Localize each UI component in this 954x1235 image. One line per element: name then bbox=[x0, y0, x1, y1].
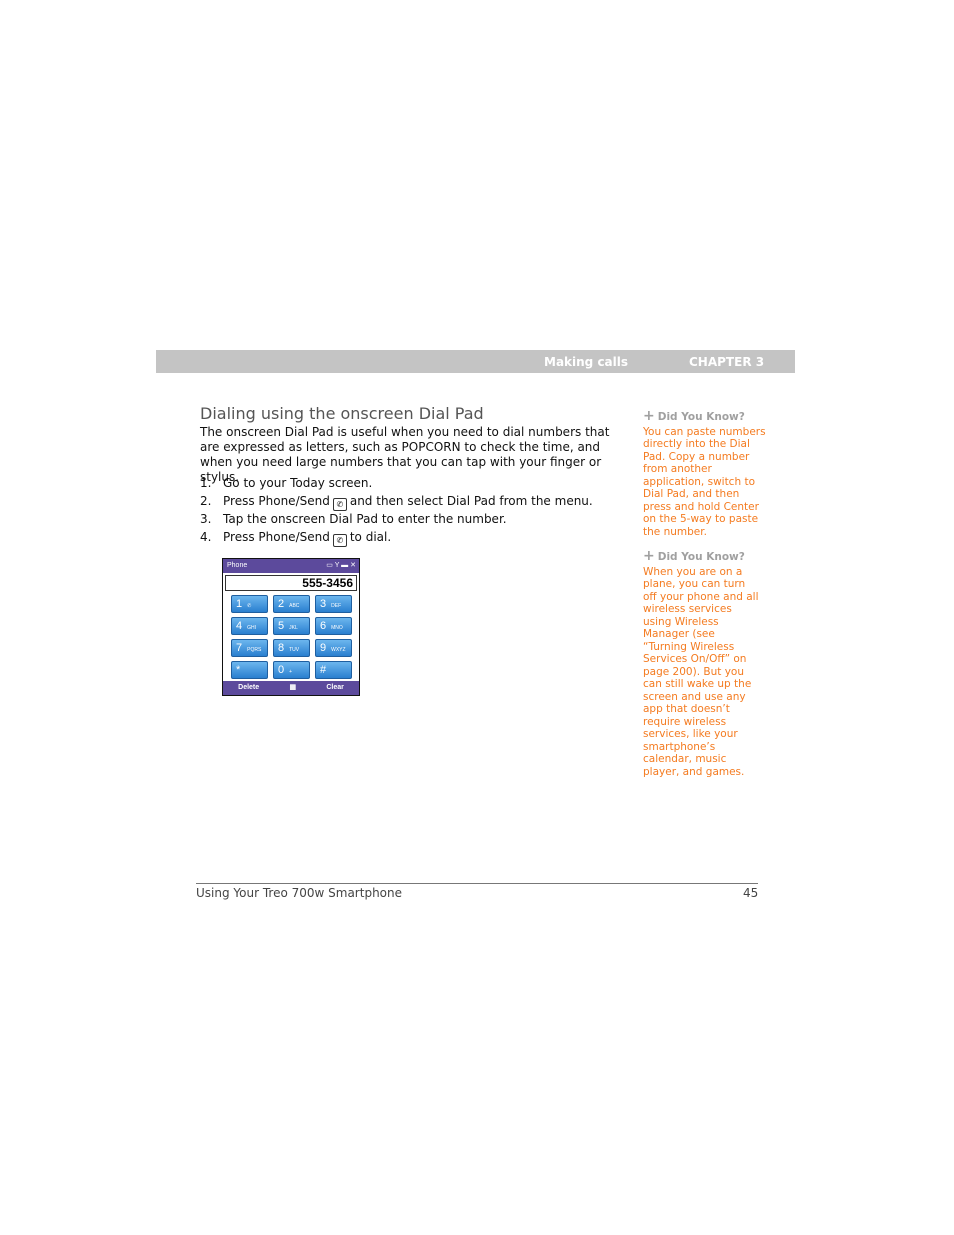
page-number: 45 bbox=[743, 886, 759, 900]
dialed-number: 555-3456 bbox=[225, 575, 357, 591]
section-heading: Dialing using the onscreen Dial Pad bbox=[200, 404, 484, 423]
key-digit: 9 bbox=[320, 642, 327, 654]
plus-icon: + bbox=[643, 408, 655, 424]
key-#: # bbox=[315, 661, 352, 679]
clear-softkey: Clear bbox=[326, 684, 344, 691]
key-digit: 8 bbox=[278, 642, 285, 654]
plus-icon: + bbox=[643, 548, 655, 564]
key-digit: 2 bbox=[278, 598, 285, 610]
key-letters: WXYZ bbox=[331, 647, 346, 653]
key-*: * bbox=[231, 661, 268, 679]
key-5: 5 JKL bbox=[273, 617, 310, 635]
key-letters: GHI bbox=[247, 625, 257, 631]
step-item: 2. Press Phone/Send ✆ and then select Dial … bbox=[200, 494, 593, 512]
key-digit: * bbox=[236, 664, 241, 676]
section-title: Making calls bbox=[544, 355, 629, 369]
keyboard-icon: ▦ bbox=[289, 684, 297, 691]
tip-heading: Did You Know? bbox=[657, 411, 745, 423]
step-text-cont: and then select Dial Pad from the menu. bbox=[349, 494, 593, 508]
key-letters: ABC bbox=[289, 603, 300, 609]
key-letters: PQRS bbox=[247, 647, 262, 653]
footer-divider bbox=[196, 883, 758, 884]
phone-title: Phone bbox=[227, 562, 248, 569]
key-6: 6 MNO bbox=[315, 617, 352, 635]
tip-1: + Did You Know? You can paste numbers dir… bbox=[643, 408, 768, 538]
step-text: Go to your Today screen. bbox=[223, 476, 373, 490]
step-text: Tap the onscreen Dial Pad to enter the n… bbox=[223, 512, 507, 526]
key-digit: # bbox=[320, 664, 327, 676]
status-icons: ▭ Y ▬ ✕ bbox=[326, 562, 356, 569]
key-digit: 3 bbox=[320, 598, 327, 610]
delete-softkey: Delete bbox=[238, 684, 260, 691]
tip-text: When you are on a plane, you can turn of… bbox=[643, 565, 759, 778]
key-digit: 6 bbox=[320, 620, 327, 632]
keypad: 1 ✆ 2 ABC 3 DEF 4 GHI 5 JKL 6 MNO 7 PQRS 8 TUV 9 WXYZ * 0 + # bbox=[231, 595, 359, 679]
key-3: 3 DEF bbox=[315, 595, 352, 613]
key-2: 2 ABC bbox=[273, 595, 310, 613]
key-letters: JKL bbox=[289, 625, 298, 631]
phone-send-icon: ✆ bbox=[332, 534, 347, 547]
key-0: 0 + bbox=[273, 661, 310, 679]
key-4: 4 GHI bbox=[231, 617, 268, 635]
key-letters: + bbox=[289, 669, 293, 675]
step-number: 4. bbox=[200, 530, 212, 544]
step-item: 3. Tap the onscreen Dial Pad to enter the… bbox=[200, 512, 593, 530]
step-item: 4. Press Phone/Send ✆ to dial. bbox=[200, 530, 593, 548]
step-number: 1. bbox=[200, 476, 212, 490]
tip-2: + Did You Know? When you are on a plane, … bbox=[643, 548, 768, 778]
key-8: 8 TUV bbox=[273, 639, 310, 657]
step-text: Press Phone/Send bbox=[223, 494, 330, 508]
key-letters: TUV bbox=[289, 647, 300, 653]
key-9: 9 WXYZ bbox=[315, 639, 352, 657]
page: Making calls CHAPTER 3 Dialing using the… bbox=[0, 0, 954, 1235]
step-item: 1. Go to your Today screen. bbox=[200, 476, 593, 494]
step-number: 3. bbox=[200, 512, 212, 526]
key-digit: 0 bbox=[278, 664, 285, 676]
key-digit: 4 bbox=[236, 620, 243, 632]
dial-pad-screenshot: Phone ▭ Y ▬ ✕ 555-3456 1 ✆ 2 ABC 3 DEF 4 GHI 5 JKL… bbox=[222, 558, 360, 696]
step-number: 2. bbox=[200, 494, 212, 508]
phone-send-icon: ✆ bbox=[332, 498, 347, 511]
footer-title: Using Your Treo 700w Smartphone bbox=[196, 886, 402, 900]
chapter-header-bar: Making calls CHAPTER 3 bbox=[156, 350, 795, 373]
step-text-cont: to dial. bbox=[349, 530, 392, 544]
tip-heading: Did You Know? bbox=[657, 551, 745, 563]
key-letters: DEF bbox=[331, 603, 342, 609]
steps-list: 1. Go to your Today screen. 2. Press Phone/… bbox=[200, 476, 593, 548]
key-7: 7 PQRS bbox=[231, 639, 268, 657]
step-text: Press Phone/Send bbox=[223, 530, 330, 544]
key-1: 1 ✆ bbox=[231, 595, 268, 613]
key-letters: ✆ bbox=[247, 603, 252, 609]
chapter-label: CHAPTER 3 bbox=[689, 355, 765, 369]
key-digit: 7 bbox=[236, 642, 243, 654]
key-digit: 5 bbox=[278, 620, 285, 632]
tip-text: You can paste numbers directly into the … bbox=[643, 425, 766, 538]
key-digit: 1 bbox=[236, 598, 243, 610]
key-letters: MNO bbox=[331, 625, 343, 631]
